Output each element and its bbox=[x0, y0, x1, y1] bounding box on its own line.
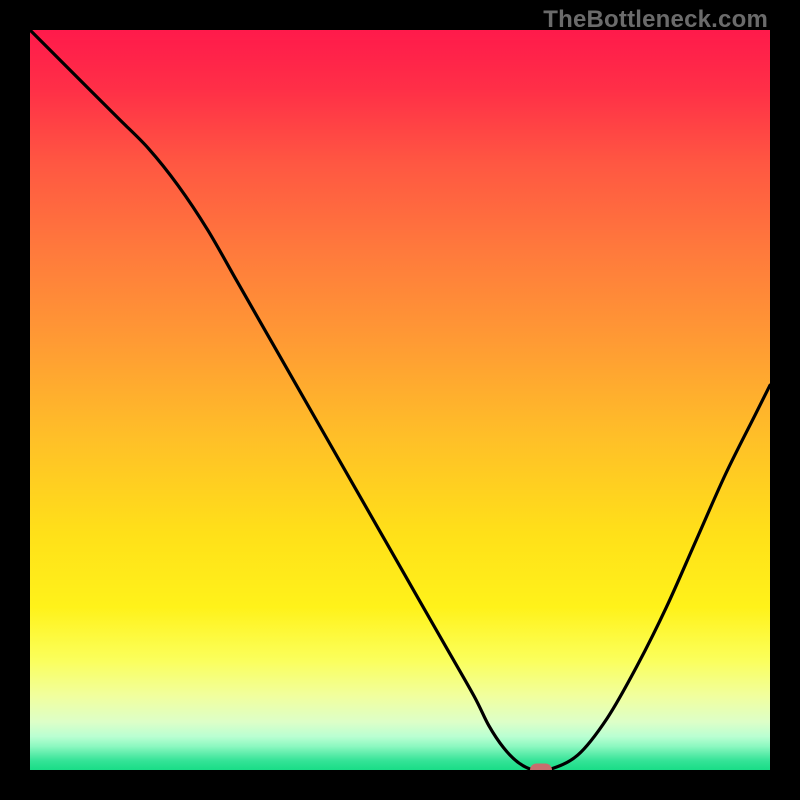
optimum-marker bbox=[530, 764, 552, 771]
bottleneck-curve bbox=[30, 30, 770, 770]
chart-frame: TheBottleneck.com bbox=[0, 0, 800, 800]
plot-area bbox=[30, 30, 770, 770]
